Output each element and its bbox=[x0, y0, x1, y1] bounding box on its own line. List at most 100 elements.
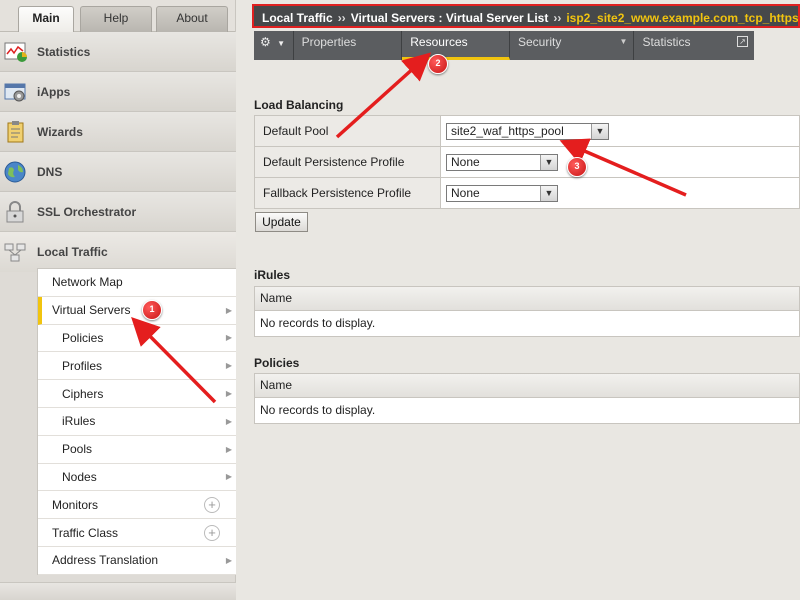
add-icon[interactable]: + bbox=[204, 496, 220, 513]
section-wizards[interactable]: Wizards bbox=[0, 112, 236, 152]
chevron-right-icon: ▶ bbox=[225, 472, 232, 482]
subnav-address-translation[interactable]: Address Translation ▶ bbox=[38, 547, 236, 575]
section-iapps[interactable]: iApps bbox=[0, 72, 236, 112]
section-label: DNS bbox=[37, 164, 63, 179]
tab-label: Statistics bbox=[642, 35, 691, 49]
add-icon[interactable]: + bbox=[204, 524, 220, 541]
default-persistence-select[interactable]: None ▼ bbox=[446, 153, 558, 171]
irules-empty-message: No records to display. bbox=[260, 316, 376, 330]
fallback-persistence-cell: None ▼ bbox=[440, 177, 800, 209]
fallback-persistence-label: Fallback Persistence Profile bbox=[254, 177, 441, 209]
breadcrumb-local-traffic[interactable]: Local Traffic bbox=[262, 11, 333, 25]
tab-help[interactable]: Help bbox=[80, 6, 152, 32]
chevron-down-icon: ▼ bbox=[591, 123, 608, 139]
policies-heading: Policies bbox=[254, 356, 300, 370]
tab-security[interactable]: Security ▼ bbox=[510, 31, 635, 60]
default-persistence-label: Default Persistence Profile bbox=[254, 146, 441, 178]
default-persistence-cell: None ▼ bbox=[440, 146, 800, 178]
policies-empty-message: No records to display. bbox=[260, 403, 376, 417]
subnav-label: Monitors bbox=[52, 497, 99, 512]
policies-column-name[interactable]: Name bbox=[255, 374, 799, 398]
chart-icon bbox=[4, 40, 28, 64]
subnav-network-map[interactable]: Network Map bbox=[38, 269, 236, 297]
irules-table: Name No records to display. bbox=[254, 286, 800, 337]
subnav-label: Traffic Class bbox=[52, 525, 119, 540]
chevron-right-icon: ▶ bbox=[225, 444, 232, 454]
breadcrumb: Local Traffic ›› Virtual Servers : Virtual… bbox=[252, 4, 800, 28]
top-tab-bar: Main Help About bbox=[0, 0, 235, 33]
tab-main[interactable]: Main bbox=[18, 6, 74, 33]
table-row: Fallback Persistence Profile None ▼ bbox=[254, 177, 800, 209]
section-list: Statistics iApps Wizards DNS SSL Orchest… bbox=[0, 32, 236, 272]
subnav-virtual-servers[interactable]: Virtual Servers ▶ bbox=[38, 296, 236, 325]
chevron-right-icon: ▶ bbox=[225, 389, 232, 399]
section-local-traffic[interactable]: Local Traffic bbox=[0, 232, 236, 272]
subnav-irules[interactable]: iRules ▶ bbox=[38, 408, 236, 436]
chevron-down-icon: ▼ bbox=[540, 185, 557, 201]
subnav-label: Profiles bbox=[62, 358, 103, 373]
annotation-badge-1: 1 bbox=[142, 300, 162, 320]
default-pool-cell: site2_waf_https_pool ▼ bbox=[440, 115, 800, 147]
subnav-traffic-class[interactable]: Traffic Class + bbox=[38, 519, 236, 547]
fallback-persistence-select[interactable]: None ▼ bbox=[446, 184, 558, 202]
subnav-pools[interactable]: Pools ▶ bbox=[38, 436, 236, 464]
chevron-right-icon: ▶ bbox=[225, 416, 232, 426]
subnav-label: Ciphers bbox=[62, 386, 104, 401]
section-ssl-orchestrator[interactable]: SSL Orchestrator bbox=[0, 192, 236, 232]
gear-icon: ⚙ bbox=[260, 35, 271, 49]
tab-statistics[interactable]: Statistics ↗ bbox=[634, 31, 754, 60]
default-persistence-value: None bbox=[451, 155, 480, 169]
tab-properties[interactable]: Properties bbox=[294, 31, 403, 60]
sidebar: Main Help About Statistics iApps Wizards bbox=[0, 0, 236, 600]
default-pool-select[interactable]: site2_waf_https_pool ▼ bbox=[446, 122, 609, 140]
chevron-down-icon: ▼ bbox=[619, 37, 628, 46]
fallback-persistence-value: None bbox=[451, 186, 480, 200]
tab-resources[interactable]: Resources bbox=[402, 31, 510, 60]
update-button[interactable]: Update bbox=[255, 212, 308, 232]
section-label: Wizards bbox=[37, 124, 83, 139]
section-dns[interactable]: DNS bbox=[0, 152, 236, 192]
load-balancing-heading: Load Balancing bbox=[254, 98, 344, 112]
section-label: iApps bbox=[37, 84, 71, 99]
subnav-label: Policies bbox=[62, 330, 104, 345]
subnav-profiles[interactable]: Profiles ▶ bbox=[38, 352, 236, 381]
breadcrumb-current: isp2_site2_www.example.com_tcp_https bbox=[566, 11, 799, 25]
section-statistics[interactable]: Statistics bbox=[0, 32, 236, 72]
chevron-right-icon: ▶ bbox=[225, 333, 232, 343]
chevron-right-icon: ▶ bbox=[225, 305, 232, 315]
clipboard-icon bbox=[4, 120, 28, 144]
chevron-right-icon: ▶ bbox=[225, 361, 232, 371]
local-traffic-subnav: Network Map Virtual Servers ▶ Policies ▶ P… bbox=[37, 268, 236, 575]
gear-window-icon bbox=[4, 80, 28, 104]
irules-column-name[interactable]: Name bbox=[255, 287, 799, 311]
subnav-label: Virtual Servers bbox=[52, 303, 131, 318]
subnav-policies[interactable]: Policies ▶ bbox=[38, 325, 236, 353]
subnav-label: Pools bbox=[62, 442, 93, 457]
chevron-right-icon: ▶ bbox=[225, 555, 232, 565]
subnav-label: Nodes bbox=[62, 469, 97, 484]
globe-icon bbox=[4, 160, 28, 184]
object-tab-bar: ⚙ ▼ Properties Resources Security ▼ Stati… bbox=[254, 31, 754, 60]
subnav-label: iRules bbox=[62, 414, 96, 429]
breadcrumb-virtual-server-list[interactable]: Virtual Servers : Virtual Server List bbox=[351, 11, 549, 25]
tab-label: Resources bbox=[410, 35, 468, 49]
tab-about[interactable]: About bbox=[156, 6, 228, 32]
subnav-monitors[interactable]: Monitors + bbox=[38, 491, 236, 520]
breadcrumb-separator: ›› bbox=[553, 11, 562, 25]
default-pool-value: site2_waf_https_pool bbox=[451, 124, 564, 138]
gear-menu-button[interactable]: ⚙ ▼ bbox=[254, 31, 294, 60]
subnav-nodes[interactable]: Nodes ▶ bbox=[38, 464, 236, 492]
section-next-partial bbox=[0, 582, 236, 600]
default-pool-label: Default Pool bbox=[254, 115, 441, 147]
tab-label: Security bbox=[517, 35, 562, 49]
tab-label: Properties bbox=[301, 35, 357, 49]
policies-table: Name No records to display. bbox=[254, 373, 800, 424]
subnav-label: Network Map bbox=[52, 275, 123, 290]
subnav-ciphers[interactable]: Ciphers ▶ bbox=[38, 380, 236, 408]
section-label: SSL Orchestrator bbox=[37, 204, 137, 219]
annotation-badge-3: 3 bbox=[567, 157, 587, 177]
table-row: Default Persistence Profile None ▼ bbox=[254, 146, 800, 178]
subnav-label: Address Translation bbox=[52, 553, 159, 568]
section-label: Statistics bbox=[37, 44, 91, 59]
irules-heading: iRules bbox=[254, 268, 291, 282]
